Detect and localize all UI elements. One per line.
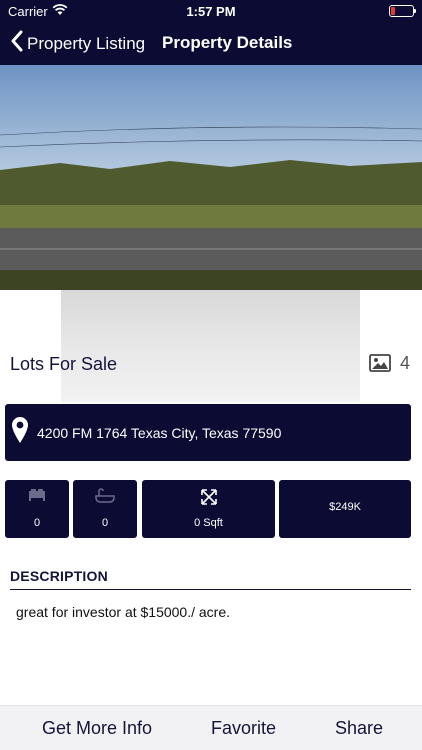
bathrooms-stat: 0 bbox=[73, 480, 137, 538]
status-bar: Carrier 1:57 PM bbox=[0, 0, 422, 22]
property-stats: 0 0 0 Sqft $249K bbox=[0, 480, 422, 538]
bedrooms-value: 0 bbox=[33, 517, 41, 529]
get-more-info-button[interactable]: Get More Info bbox=[42, 718, 152, 739]
favorite-button[interactable]: Favorite bbox=[211, 718, 276, 739]
share-button[interactable]: Share bbox=[335, 718, 383, 739]
bathrooms-value: 0 bbox=[101, 517, 109, 529]
back-button[interactable]: Property Listing bbox=[10, 30, 145, 57]
description-text: great for investor at $15000./ acre. bbox=[16, 604, 231, 620]
listing-title-row: Lots For Sale 4 bbox=[0, 340, 422, 386]
battery-icon bbox=[389, 5, 416, 17]
bed-icon bbox=[5, 488, 69, 507]
listing-title: Lots For Sale bbox=[10, 354, 118, 374]
photo-count: 4 bbox=[400, 353, 411, 373]
bedrooms-stat: 0 bbox=[5, 480, 69, 538]
address-bar[interactable]: 4200 FM 1764 Texas City, Texas 77590 bbox=[5, 404, 411, 461]
expand-arrows-icon bbox=[142, 488, 275, 511]
area-value: 0 Sqft bbox=[194, 517, 223, 529]
description-divider bbox=[10, 589, 411, 590]
area-stat: 0 Sqft bbox=[142, 480, 275, 538]
back-button-label: Property Listing bbox=[27, 33, 146, 53]
address-text: 4200 FM 1764 Texas City, Texas 77590 bbox=[37, 424, 282, 441]
image-gallery-icon[interactable] bbox=[369, 353, 391, 378]
status-time: 1:57 PM bbox=[186, 4, 236, 19]
property-photo[interactable] bbox=[0, 65, 422, 290]
location-pin-icon bbox=[11, 416, 29, 449]
action-bar: Get More Info Favorite Share bbox=[0, 705, 422, 750]
bathtub-icon bbox=[73, 488, 137, 509]
page-title: Property Details bbox=[162, 33, 293, 52]
price-value: $249K bbox=[329, 501, 361, 513]
price-stat: $249K bbox=[279, 480, 411, 538]
chevron-left-icon bbox=[10, 30, 24, 57]
description-heading: DESCRIPTION bbox=[10, 568, 108, 584]
header: Carrier 1:57 PM Property Listing Propert… bbox=[0, 0, 422, 65]
